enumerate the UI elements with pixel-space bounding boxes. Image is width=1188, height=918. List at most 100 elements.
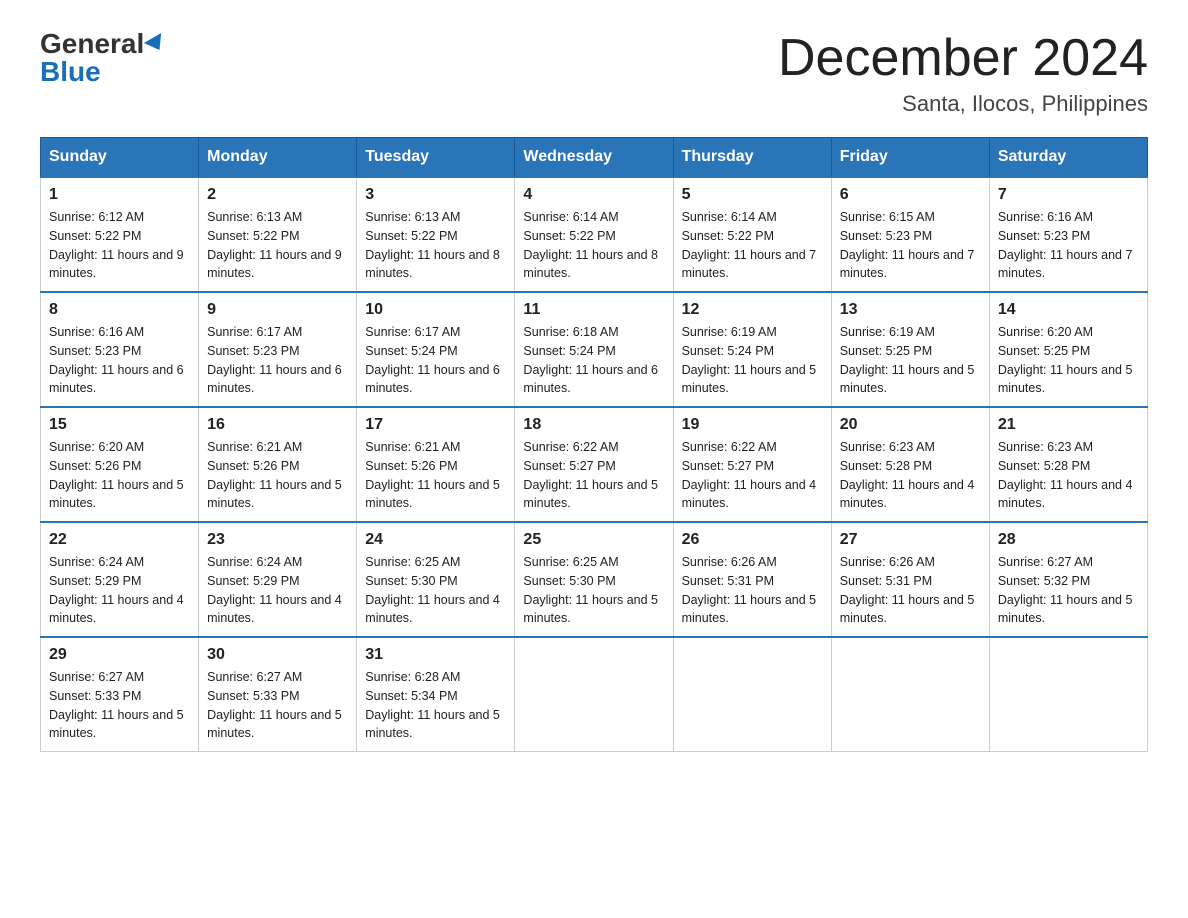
logo: General Blue: [40, 30, 166, 86]
day-info: Sunrise: 6:20 AMSunset: 5:25 PMDaylight:…: [998, 325, 1133, 395]
calendar-week-row: 29 Sunrise: 6:27 AMSunset: 5:33 PMDaylig…: [41, 637, 1148, 752]
day-info: Sunrise: 6:19 AMSunset: 5:24 PMDaylight:…: [682, 325, 817, 395]
day-number: 21: [998, 416, 1139, 434]
day-number: 5: [682, 186, 823, 204]
day-info: Sunrise: 6:16 AMSunset: 5:23 PMDaylight:…: [998, 210, 1133, 280]
day-info: Sunrise: 6:23 AMSunset: 5:28 PMDaylight:…: [998, 440, 1133, 510]
calendar-cell: 21 Sunrise: 6:23 AMSunset: 5:28 PMDaylig…: [989, 407, 1147, 522]
day-info: Sunrise: 6:17 AMSunset: 5:23 PMDaylight:…: [207, 325, 342, 395]
day-number: 23: [207, 531, 348, 549]
calendar-cell: 24 Sunrise: 6:25 AMSunset: 5:30 PMDaylig…: [357, 522, 515, 637]
column-header-friday: Friday: [831, 138, 989, 178]
calendar-cell: 19 Sunrise: 6:22 AMSunset: 5:27 PMDaylig…: [673, 407, 831, 522]
day-info: Sunrise: 6:25 AMSunset: 5:30 PMDaylight:…: [523, 555, 658, 625]
day-number: 12: [682, 301, 823, 319]
calendar-cell: 11 Sunrise: 6:18 AMSunset: 5:24 PMDaylig…: [515, 292, 673, 407]
day-info: Sunrise: 6:27 AMSunset: 5:33 PMDaylight:…: [207, 670, 342, 740]
day-number: 16: [207, 416, 348, 434]
page-header: General Blue December 2024 Santa, Ilocos…: [40, 30, 1148, 117]
day-info: Sunrise: 6:26 AMSunset: 5:31 PMDaylight:…: [682, 555, 817, 625]
month-title: December 2024: [778, 30, 1148, 87]
day-number: 9: [207, 301, 348, 319]
column-header-thursday: Thursday: [673, 138, 831, 178]
day-info: Sunrise: 6:19 AMSunset: 5:25 PMDaylight:…: [840, 325, 975, 395]
calendar-cell: 23 Sunrise: 6:24 AMSunset: 5:29 PMDaylig…: [199, 522, 357, 637]
day-number: 17: [365, 416, 506, 434]
day-number: 30: [207, 646, 348, 664]
day-info: Sunrise: 6:13 AMSunset: 5:22 PMDaylight:…: [365, 210, 500, 280]
day-number: 6: [840, 186, 981, 204]
day-number: 28: [998, 531, 1139, 549]
day-info: Sunrise: 6:14 AMSunset: 5:22 PMDaylight:…: [682, 210, 817, 280]
calendar-cell: 7 Sunrise: 6:16 AMSunset: 5:23 PMDayligh…: [989, 177, 1147, 292]
calendar-cell: 4 Sunrise: 6:14 AMSunset: 5:22 PMDayligh…: [515, 177, 673, 292]
calendar-cell: 8 Sunrise: 6:16 AMSunset: 5:23 PMDayligh…: [41, 292, 199, 407]
day-info: Sunrise: 6:25 AMSunset: 5:30 PMDaylight:…: [365, 555, 500, 625]
day-number: 25: [523, 531, 664, 549]
day-info: Sunrise: 6:17 AMSunset: 5:24 PMDaylight:…: [365, 325, 500, 395]
day-info: Sunrise: 6:20 AMSunset: 5:26 PMDaylight:…: [49, 440, 184, 510]
calendar-table: SundayMondayTuesdayWednesdayThursdayFrid…: [40, 137, 1148, 752]
day-info: Sunrise: 6:28 AMSunset: 5:34 PMDaylight:…: [365, 670, 500, 740]
calendar-cell: 1 Sunrise: 6:12 AMSunset: 5:22 PMDayligh…: [41, 177, 199, 292]
day-number: 18: [523, 416, 664, 434]
location-subtitle: Santa, Ilocos, Philippines: [778, 91, 1148, 117]
title-area: December 2024 Santa, Ilocos, Philippines: [778, 30, 1148, 117]
calendar-cell: 17 Sunrise: 6:21 AMSunset: 5:26 PMDaylig…: [357, 407, 515, 522]
day-number: 13: [840, 301, 981, 319]
day-number: 29: [49, 646, 190, 664]
calendar-cell: 28 Sunrise: 6:27 AMSunset: 5:32 PMDaylig…: [989, 522, 1147, 637]
day-info: Sunrise: 6:24 AMSunset: 5:29 PMDaylight:…: [207, 555, 342, 625]
day-info: Sunrise: 6:27 AMSunset: 5:33 PMDaylight:…: [49, 670, 184, 740]
day-number: 14: [998, 301, 1139, 319]
column-header-monday: Monday: [199, 138, 357, 178]
day-info: Sunrise: 6:16 AMSunset: 5:23 PMDaylight:…: [49, 325, 184, 395]
day-number: 7: [998, 186, 1139, 204]
day-number: 4: [523, 186, 664, 204]
day-info: Sunrise: 6:18 AMSunset: 5:24 PMDaylight:…: [523, 325, 658, 395]
calendar-cell: 10 Sunrise: 6:17 AMSunset: 5:24 PMDaylig…: [357, 292, 515, 407]
day-number: 27: [840, 531, 981, 549]
logo-general-text: General: [40, 30, 144, 58]
day-number: 11: [523, 301, 664, 319]
calendar-cell: 20 Sunrise: 6:23 AMSunset: 5:28 PMDaylig…: [831, 407, 989, 522]
day-number: 3: [365, 186, 506, 204]
calendar-cell: 25 Sunrise: 6:25 AMSunset: 5:30 PMDaylig…: [515, 522, 673, 637]
column-header-sunday: Sunday: [41, 138, 199, 178]
column-header-saturday: Saturday: [989, 138, 1147, 178]
day-number: 22: [49, 531, 190, 549]
calendar-cell: 18 Sunrise: 6:22 AMSunset: 5:27 PMDaylig…: [515, 407, 673, 522]
day-number: 1: [49, 186, 190, 204]
calendar-cell: 3 Sunrise: 6:13 AMSunset: 5:22 PMDayligh…: [357, 177, 515, 292]
calendar-cell: 5 Sunrise: 6:14 AMSunset: 5:22 PMDayligh…: [673, 177, 831, 292]
calendar-week-row: 1 Sunrise: 6:12 AMSunset: 5:22 PMDayligh…: [41, 177, 1148, 292]
day-info: Sunrise: 6:22 AMSunset: 5:27 PMDaylight:…: [682, 440, 817, 510]
day-info: Sunrise: 6:12 AMSunset: 5:22 PMDaylight:…: [49, 210, 184, 280]
calendar-cell: 31 Sunrise: 6:28 AMSunset: 5:34 PMDaylig…: [357, 637, 515, 752]
calendar-cell: 22 Sunrise: 6:24 AMSunset: 5:29 PMDaylig…: [41, 522, 199, 637]
calendar-cell: 15 Sunrise: 6:20 AMSunset: 5:26 PMDaylig…: [41, 407, 199, 522]
day-info: Sunrise: 6:26 AMSunset: 5:31 PMDaylight:…: [840, 555, 975, 625]
day-number: 2: [207, 186, 348, 204]
day-number: 8: [49, 301, 190, 319]
day-info: Sunrise: 6:23 AMSunset: 5:28 PMDaylight:…: [840, 440, 975, 510]
calendar-cell: 30 Sunrise: 6:27 AMSunset: 5:33 PMDaylig…: [199, 637, 357, 752]
day-info: Sunrise: 6:27 AMSunset: 5:32 PMDaylight:…: [998, 555, 1133, 625]
day-info: Sunrise: 6:15 AMSunset: 5:23 PMDaylight:…: [840, 210, 975, 280]
day-number: 19: [682, 416, 823, 434]
column-header-tuesday: Tuesday: [357, 138, 515, 178]
calendar-week-row: 8 Sunrise: 6:16 AMSunset: 5:23 PMDayligh…: [41, 292, 1148, 407]
day-number: 10: [365, 301, 506, 319]
day-info: Sunrise: 6:13 AMSunset: 5:22 PMDaylight:…: [207, 210, 342, 280]
calendar-cell: 12 Sunrise: 6:19 AMSunset: 5:24 PMDaylig…: [673, 292, 831, 407]
calendar-cell: 29 Sunrise: 6:27 AMSunset: 5:33 PMDaylig…: [41, 637, 199, 752]
calendar-cell: 14 Sunrise: 6:20 AMSunset: 5:25 PMDaylig…: [989, 292, 1147, 407]
calendar-cell: 16 Sunrise: 6:21 AMSunset: 5:26 PMDaylig…: [199, 407, 357, 522]
calendar-week-row: 22 Sunrise: 6:24 AMSunset: 5:29 PMDaylig…: [41, 522, 1148, 637]
day-info: Sunrise: 6:22 AMSunset: 5:27 PMDaylight:…: [523, 440, 658, 510]
calendar-header-row: SundayMondayTuesdayWednesdayThursdayFrid…: [41, 138, 1148, 178]
logo-blue-text: Blue: [40, 58, 101, 86]
calendar-cell: [673, 637, 831, 752]
day-number: 24: [365, 531, 506, 549]
day-number: 26: [682, 531, 823, 549]
